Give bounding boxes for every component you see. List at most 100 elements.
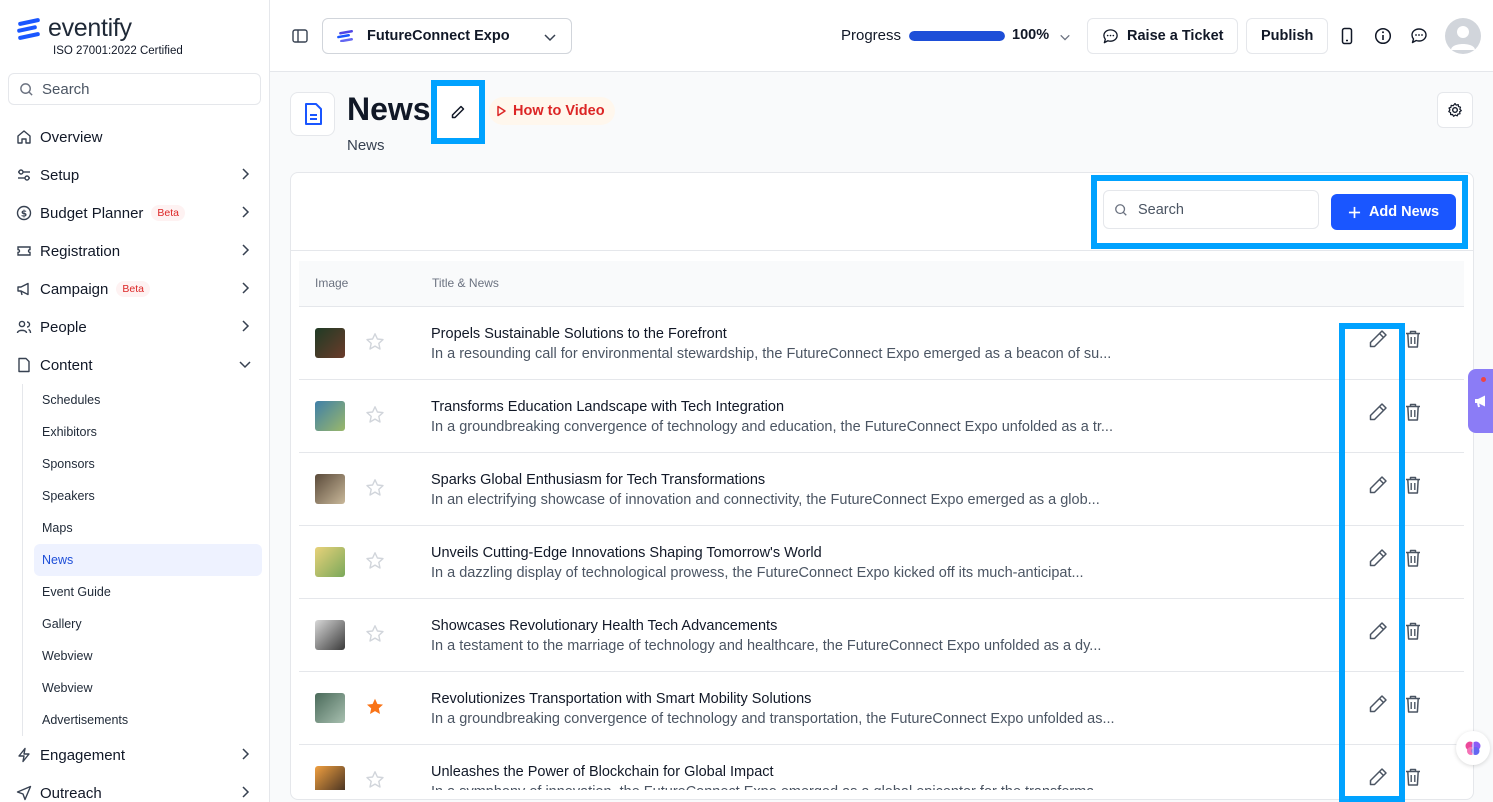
star-icon[interactable] <box>365 405 385 430</box>
star-icon[interactable] <box>365 551 385 576</box>
news-description: In a testament to the marriage of techno… <box>431 638 1102 654</box>
star-icon[interactable] <box>365 770 385 790</box>
sidebar-subitem-speakers[interactable]: Speakers <box>34 480 262 512</box>
sidebar-item-label: Outreach <box>40 784 102 802</box>
sidebar-subitem-event-guide[interactable]: Event Guide <box>34 576 262 608</box>
user-avatar-icon <box>1451 26 1475 50</box>
progress-chevron-down-icon[interactable] <box>1059 30 1071 48</box>
sidebar-subitem-webview[interactable]: Webview <box>34 640 262 672</box>
news-title: Unleashes the Power of Blockchain for Gl… <box>431 764 774 780</box>
sidebar-subitem-maps[interactable]: Maps <box>34 512 262 544</box>
sidebar-subitem-gallery[interactable]: Gallery <box>34 608 262 640</box>
table-row[interactable]: Showcases Revolutionary Health Tech Adva… <box>299 599 1464 672</box>
chat-bubble-icon <box>1103 28 1118 43</box>
ticket-icon <box>16 243 32 259</box>
news-thumbnail <box>315 766 345 790</box>
ai-assistant-button[interactable] <box>1456 731 1490 765</box>
news-title: Showcases Revolutionary Health Tech Adva… <box>431 618 778 634</box>
trash-icon[interactable] <box>1404 475 1422 500</box>
sidebar-subitem-advertisements[interactable]: Advertisements <box>34 704 262 736</box>
brand: eventify ISO 27001:2022 Certified <box>16 14 183 57</box>
pencil-icon <box>451 105 465 119</box>
trash-icon[interactable] <box>1404 402 1422 427</box>
publish-label: Publish <box>1261 28 1314 44</box>
sidebar-subitem-sponsors[interactable]: Sponsors <box>34 448 262 480</box>
progress-value: 100% <box>1012 27 1050 43</box>
sidebar-item-label: Content <box>40 356 93 374</box>
chat-icon[interactable] <box>1409 26 1429 46</box>
search-icon <box>20 82 33 96</box>
sidebar-item-people[interactable]: People <box>8 308 262 346</box>
sidebar: eventify ISO 27001:2022 Certified Search… <box>0 0 270 802</box>
beta-badge: Beta <box>151 205 186 221</box>
dollar-icon: $ <box>16 205 32 221</box>
mobile-preview-icon[interactable] <box>1337 26 1357 46</box>
actions-highlight <box>1339 323 1405 802</box>
edit-title-button[interactable] <box>431 80 485 144</box>
sidebar-item-outreach[interactable]: Outreach <box>8 774 262 802</box>
chevron-right-icon <box>238 167 252 185</box>
news-thumbnail <box>315 547 345 577</box>
sidebar-subitem-schedules[interactable]: Schedules <box>34 384 262 416</box>
star-icon[interactable] <box>365 478 385 503</box>
trash-icon[interactable] <box>1404 548 1422 573</box>
trash-icon[interactable] <box>1404 329 1422 354</box>
plus-icon <box>1348 206 1361 218</box>
news-search-input[interactable]: Search <box>1103 190 1319 229</box>
event-selector[interactable]: FutureConnect Expo <box>322 18 572 54</box>
news-title: Transforms Education Landscape with Tech… <box>431 399 785 415</box>
sidebar-item-overview[interactable]: Overview <box>8 118 262 156</box>
trash-icon[interactable] <box>1404 767 1422 790</box>
news-title: Sparks Global Enthusiasm for Tech Transf… <box>431 472 766 488</box>
table-row[interactable]: Transforms Education Landscape with Tech… <box>299 380 1464 453</box>
sidebar-item-setup[interactable]: Setup <box>8 156 262 194</box>
sidebar-item-label: Setup <box>40 166 80 184</box>
page-title: News <box>347 91 431 127</box>
star-icon[interactable] <box>365 624 385 649</box>
table-row[interactable]: Unveils Cutting-Edge Innovations Shaping… <box>299 526 1464 599</box>
chevron-down-icon <box>238 357 252 375</box>
chevron-right-icon <box>238 785 252 802</box>
chevron-right-icon <box>238 205 252 223</box>
page-settings-button[interactable] <box>1437 92 1473 128</box>
chevron-right-icon <box>238 319 252 337</box>
sidebar-subitem-webview-2[interactable]: Webview <box>34 672 262 704</box>
topbar: FutureConnect Expo Progress 100% Raise a… <box>270 0 1493 72</box>
avatar[interactable] <box>1445 18 1481 54</box>
star-filled-icon[interactable] <box>365 697 385 722</box>
news-description: In a groundbreaking convergence of techn… <box>431 419 1113 435</box>
megaphone-icon <box>1474 395 1485 408</box>
chevron-right-icon <box>238 281 252 299</box>
sidebar-item-campaign[interactable]: Campaign Beta <box>8 270 262 308</box>
star-icon[interactable] <box>365 332 385 357</box>
trash-icon[interactable] <box>1404 694 1422 719</box>
raise-ticket-button[interactable]: Raise a Ticket <box>1087 18 1239 54</box>
how-to-video-link[interactable]: How to Video <box>489 97 615 125</box>
breadcrumb: News <box>347 137 385 154</box>
send-icon <box>16 785 32 801</box>
table-row[interactable]: Revolutionizes Transportation with Smart… <box>299 672 1464 745</box>
table-row[interactable]: Sparks Global Enthusiasm for Tech Transf… <box>299 453 1464 526</box>
sidebar-item-registration[interactable]: Registration <box>8 232 262 270</box>
sidebar-item-content[interactable]: Content <box>8 346 262 384</box>
news-thumbnail <box>315 328 345 358</box>
divider <box>291 250 1473 251</box>
trash-icon[interactable] <box>1404 621 1422 646</box>
sidebar-search-input[interactable]: Search <box>8 73 261 105</box>
progress-label: Progress <box>841 27 902 44</box>
table-row[interactable]: Unleashes the Power of Blockchain for Gl… <box>299 745 1464 790</box>
chevron-right-icon <box>238 243 252 261</box>
gear-icon <box>1448 102 1462 117</box>
sidebar-subitem-exhibitors[interactable]: Exhibitors <box>34 416 262 448</box>
sidebar-toggle-icon[interactable] <box>291 27 309 50</box>
sidebar-item-budget-planner[interactable]: $ Budget Planner Beta <box>8 194 262 232</box>
home-icon <box>16 129 32 145</box>
news-document-icon <box>304 103 322 125</box>
sidebar-subitem-news[interactable]: News <box>34 544 262 576</box>
add-news-button[interactable]: Add News <box>1331 194 1456 230</box>
add-news-label: Add News <box>1368 204 1440 220</box>
sidebar-item-engagement[interactable]: Engagement <box>8 736 262 774</box>
publish-button[interactable]: Publish <box>1246 18 1329 54</box>
info-icon[interactable] <box>1373 26 1393 46</box>
table-row[interactable]: Propels Sustainable Solutions to the For… <box>299 307 1464 380</box>
